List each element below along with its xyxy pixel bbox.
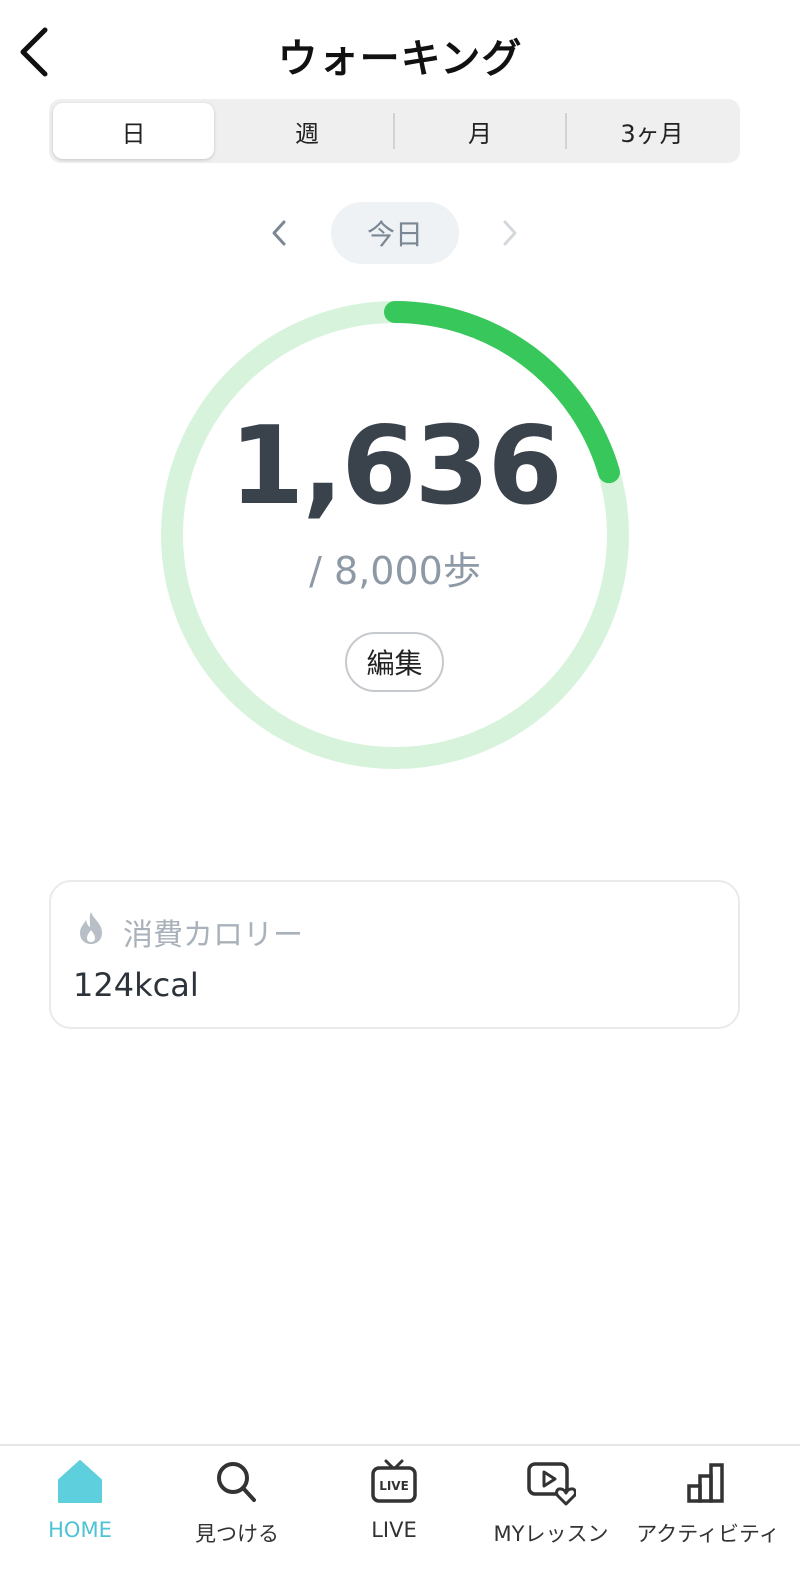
search-icon [217,1462,256,1502]
tab-my-lessons[interactable]: MYレッスン [471,1446,631,1566]
tab-live[interactable]: LIVE LIVE [314,1446,474,1566]
tab-label: HOME [48,1518,112,1542]
tab-home[interactable]: HOME [0,1446,160,1566]
home-icon [58,1460,102,1503]
calorie-label: 消費カロリー [123,918,303,953]
tab-discover[interactable]: 見つける [157,1446,317,1566]
tab-label: LIVE [371,1518,417,1542]
chevron-right-icon [503,220,517,246]
bottom-tab-bar: HOME 見つける LIVE LIVE MYレッスン アクティビティ [0,1444,800,1591]
calorie-value: 124kcal [73,966,199,1004]
tab-day[interactable]: 日 [53,103,214,159]
my-lesson-icon [527,1462,576,1506]
period-segmented-control: 日 週 月 3ヶ月 [49,99,740,163]
edit-goal-button[interactable]: 編集 [345,632,444,692]
calorie-card: 消費カロリー 124kcal [49,880,740,1029]
tab-week[interactable]: 週 [222,103,392,159]
activity-chart-icon [687,1463,724,1503]
previous-date-button[interactable] [259,210,299,256]
step-goal: / 8,000歩 [309,549,481,593]
chevron-left-icon [272,220,286,246]
step-progress-ring [161,301,629,769]
tab-activity[interactable]: アクティビティ [628,1446,788,1566]
next-date-button[interactable] [490,210,530,256]
live-tv-icon: LIVE [371,1459,417,1503]
step-count: 1,636 [229,404,563,529]
tab-label: 見つける [195,1522,279,1546]
tab-label: MYレッスン [493,1522,609,1546]
svg-text:LIVE: LIVE [379,1479,409,1493]
flame-icon [80,912,102,944]
current-date-label: 今日 [331,202,459,264]
tab-label: アクティビティ [636,1522,780,1546]
page-title: ウォーキング [277,36,523,82]
tab-month[interactable]: 月 [395,103,565,159]
tab-3-months[interactable]: 3ヶ月 [567,103,737,159]
